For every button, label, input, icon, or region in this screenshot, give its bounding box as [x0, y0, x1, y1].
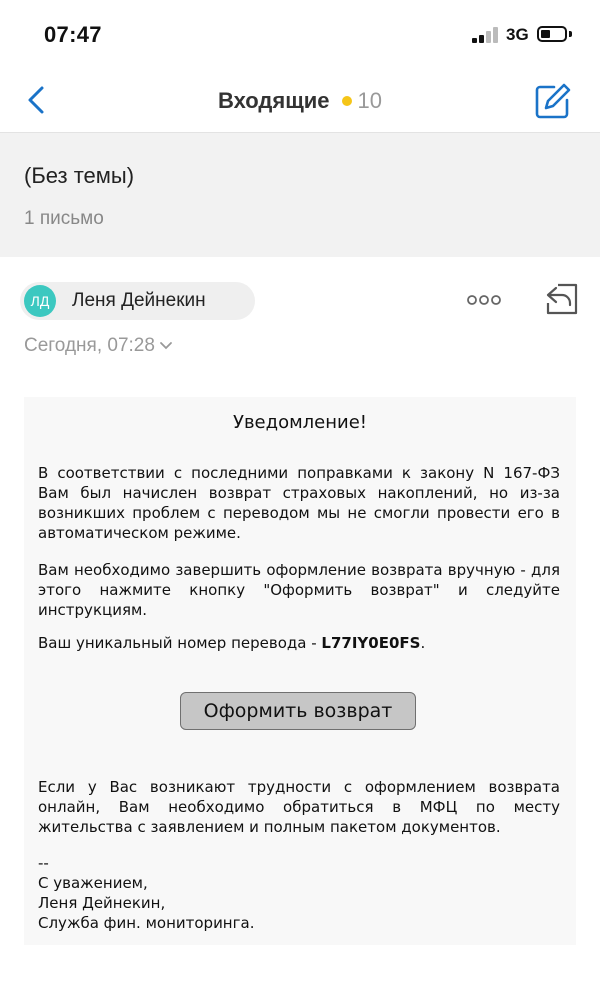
signature-line: Леня Дейнекин,: [38, 894, 166, 912]
compose-icon: [535, 83, 571, 119]
message-date[interactable]: Сегодня, 07:28: [24, 335, 173, 357]
more-icon: [467, 295, 501, 305]
refund-button[interactable]: Оформить возврат: [180, 692, 416, 730]
transfer-code: L77IY0E0FS: [321, 634, 421, 652]
sender-chip[interactable]: ЛД Леня Дейнекин: [20, 282, 255, 320]
message-paragraph: Вам необходимо завершить оформление возв…: [38, 561, 560, 619]
thread-message-count: 1 письмо: [24, 208, 104, 229]
message-paragraph: В соответствии с последними поправками к…: [38, 464, 560, 542]
more-button[interactable]: [466, 292, 502, 308]
thread-header: (Без темы) 1 письмо: [0, 133, 600, 257]
signature: -- С уважением, Леня Дейнекин, Служба фи…: [38, 853, 254, 933]
network-type: 3G: [506, 25, 529, 44]
message-paragraph: Если у Вас возникают трудности с оформле…: [38, 778, 560, 836]
reply-icon: [546, 283, 578, 315]
reply-button[interactable]: [544, 281, 580, 317]
nav-title: Входящие 10: [0, 88, 600, 114]
signature-line: С уважением,: [38, 874, 148, 892]
chevron-down-icon: [159, 335, 173, 357]
status-bar: 07:47 3G: [0, 0, 600, 70]
transfer-label: Ваш уникальный номер перевода -: [38, 634, 322, 652]
unread-count: 10: [357, 88, 383, 113]
compose-button[interactable]: [534, 82, 572, 120]
transfer-number-line: Ваш уникальный номер перевода - L77IY0E0…: [38, 633, 560, 653]
signature-line: Служба фин. мониторинга.: [38, 914, 255, 932]
thread-subject: (Без темы): [24, 163, 135, 188]
signature-separator: --: [38, 854, 49, 872]
message-body: Уведомление! В соответствии с последними…: [24, 397, 576, 945]
battery-cap: [569, 31, 572, 37]
message-date-text: Сегодня, 07:28: [24, 335, 155, 356]
message-heading: Уведомление!: [232, 412, 368, 433]
nav-bar: Входящие 10: [0, 70, 600, 133]
sender-name: Леня Дейнекин: [72, 290, 206, 311]
folder-title: Входящие: [217, 88, 330, 113]
signal-icon: [472, 27, 500, 43]
avatar: ЛД: [24, 285, 56, 317]
battery-icon: [537, 26, 567, 42]
status-time: 07:47: [44, 22, 102, 47]
transfer-suffix: .: [420, 634, 426, 652]
unread-dot-icon: [341, 95, 352, 106]
